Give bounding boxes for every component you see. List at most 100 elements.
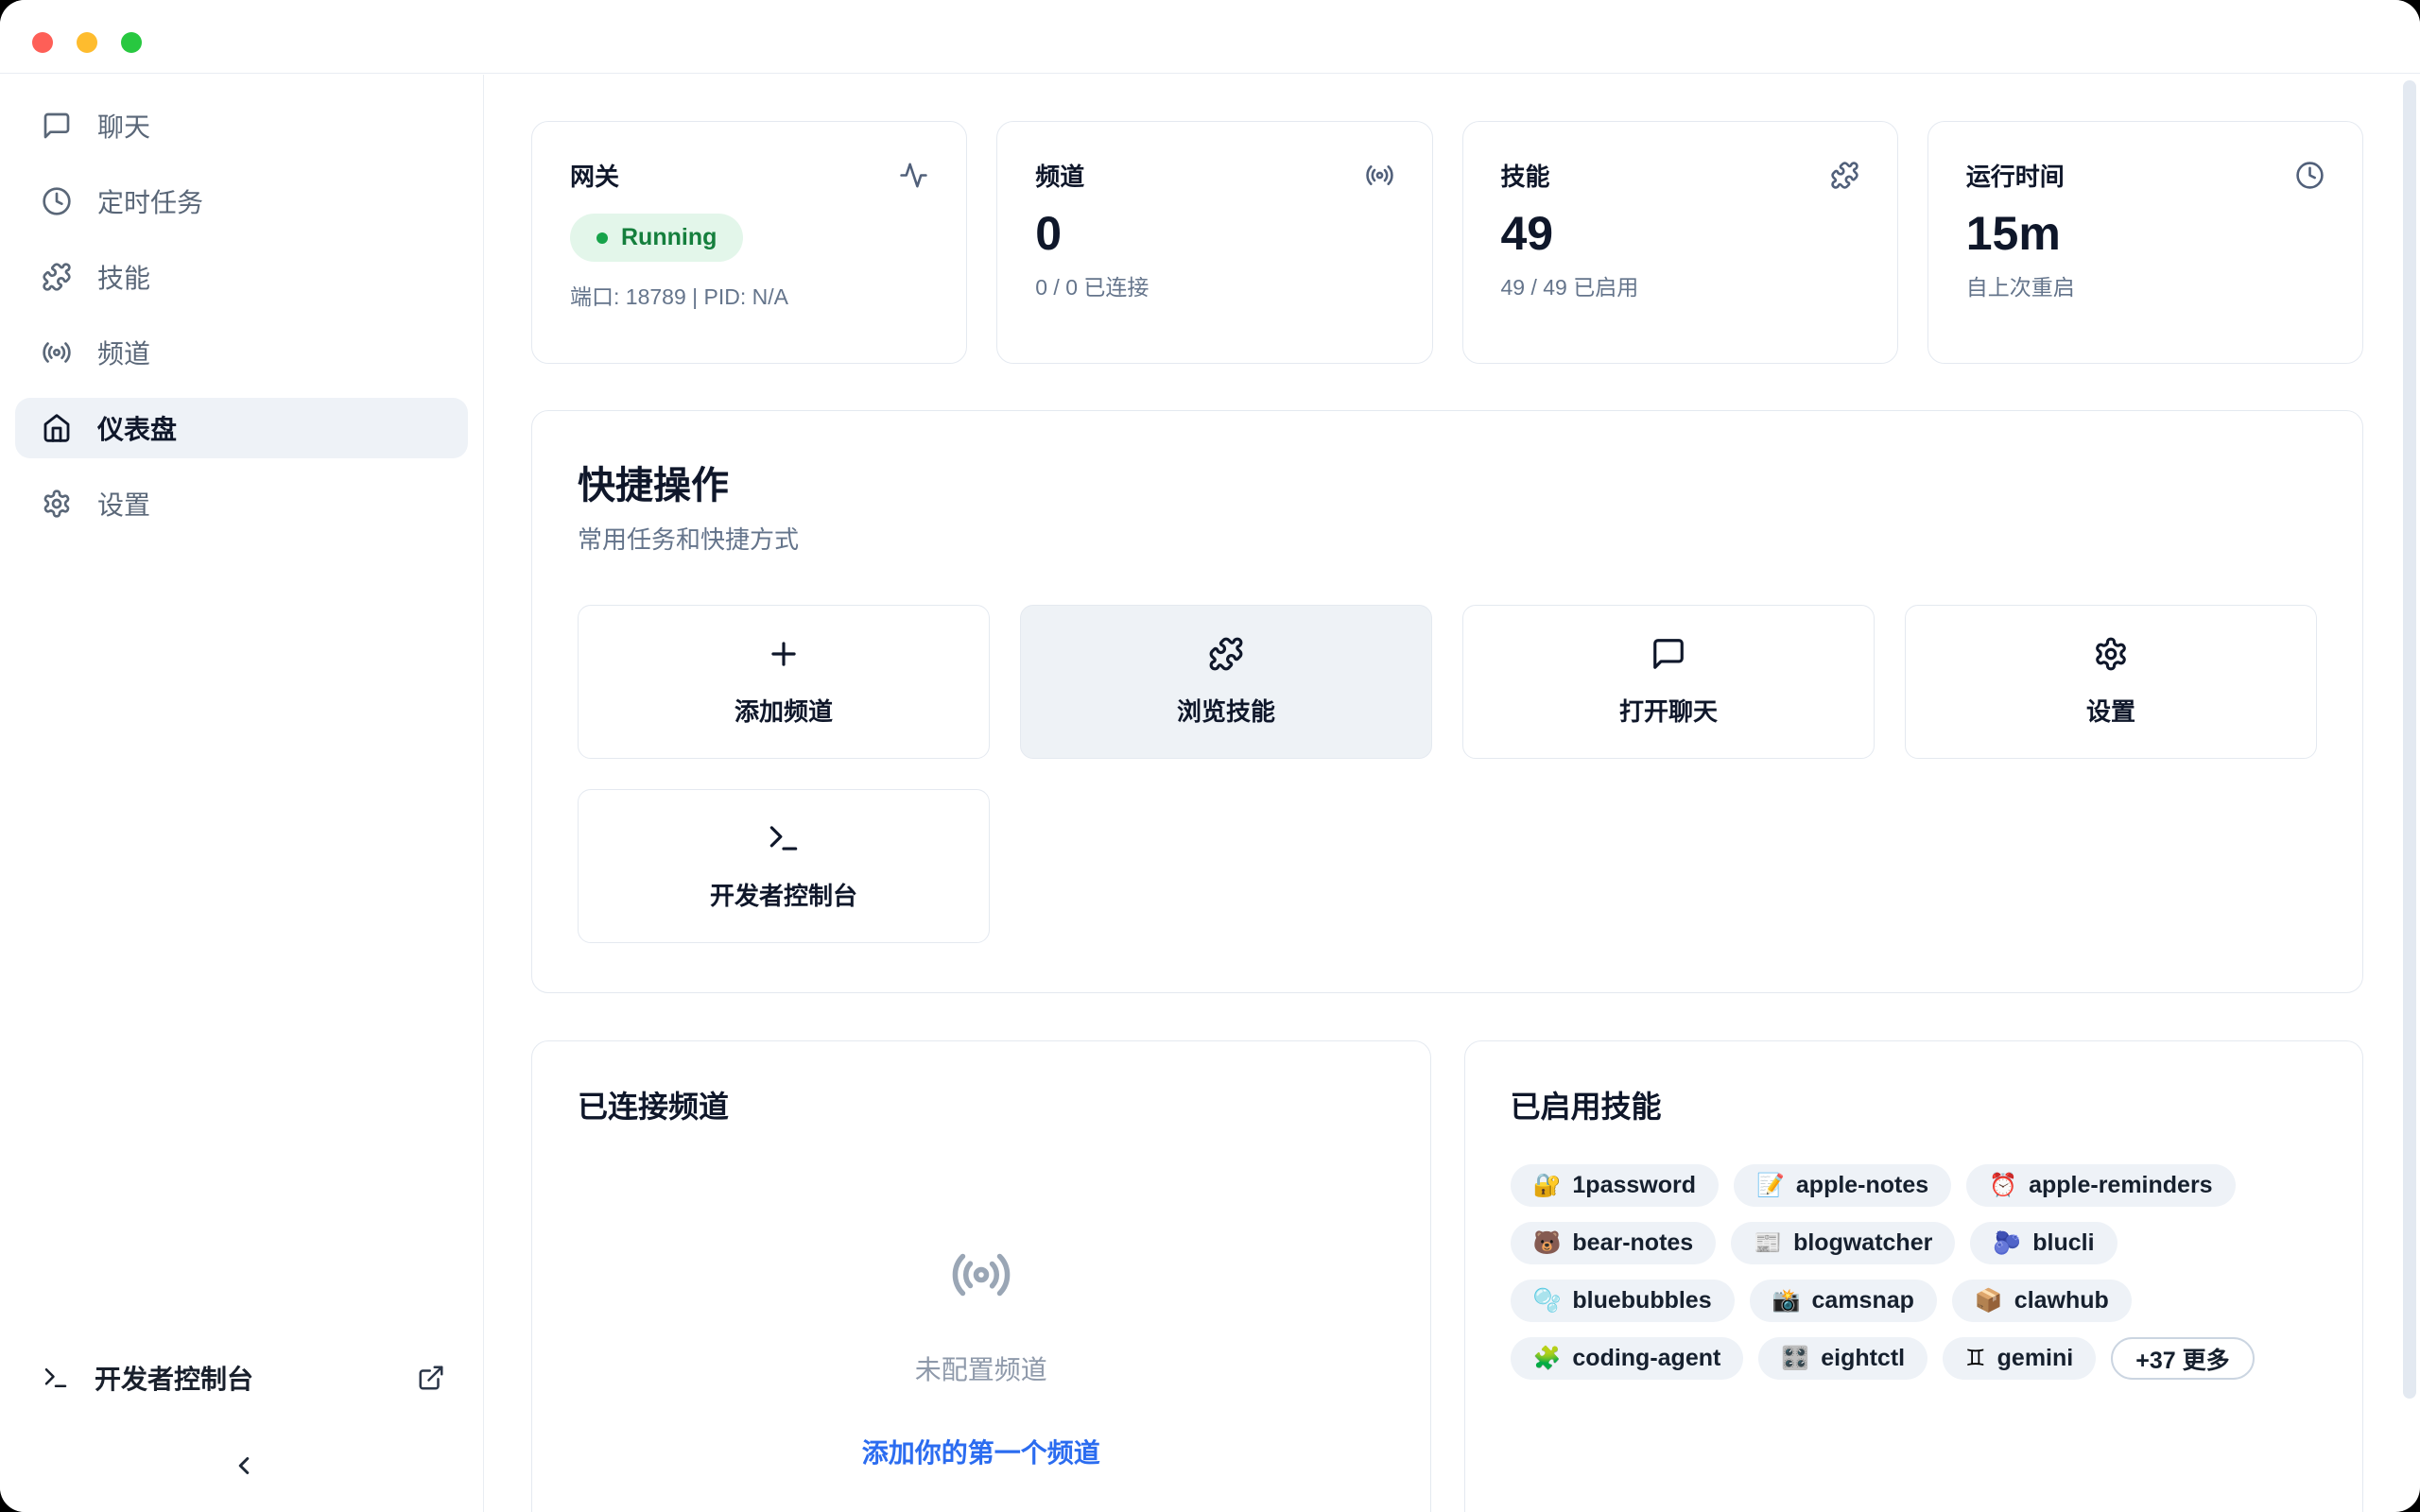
quick-actions-title: 快捷操作 bbox=[578, 455, 2317, 509]
broadcast-icon bbox=[1365, 161, 1394, 190]
skill-badge: 📸camsnap bbox=[1750, 1280, 1937, 1322]
more-skills-badge[interactable]: +37 更多 bbox=[2111, 1337, 2254, 1380]
external-link-icon[interactable] bbox=[417, 1364, 445, 1392]
title-bar bbox=[0, 0, 2420, 74]
channels-card-title: 频道 bbox=[1035, 158, 1084, 193]
gear-icon bbox=[2093, 636, 2129, 672]
bottom-row: 已连接频道 未配置频道 添加你的第一个频道 已启用技能 🔐1password 📝… bbox=[531, 1040, 2363, 1512]
terminal-icon bbox=[42, 1364, 70, 1392]
dev-console-row[interactable]: 开发者控制台 bbox=[42, 1359, 445, 1397]
skill-badge: 🧩coding-agent bbox=[1511, 1337, 1744, 1380]
close-button[interactable] bbox=[32, 32, 53, 53]
sidebar-item-settings[interactable]: 设置 bbox=[15, 473, 468, 534]
sidebar-collapse-button[interactable] bbox=[42, 1452, 445, 1480]
skill-emoji-icon: 📝 bbox=[1756, 1175, 1785, 1197]
minimize-button[interactable] bbox=[77, 32, 97, 53]
skill-emoji-icon: 🎛️ bbox=[1781, 1348, 1809, 1370]
channels-card: 频道 0 0 / 0 已连接 bbox=[996, 121, 1432, 364]
chat-icon bbox=[42, 111, 72, 141]
terminal-icon bbox=[766, 820, 802, 856]
skill-badge: ⏰apple-reminders bbox=[1966, 1164, 2235, 1207]
gateway-card: 网关 Running 端口: 18789 | PID: N/A bbox=[531, 121, 967, 364]
channels-detail: 0 / 0 已连接 bbox=[1035, 269, 1393, 301]
puzzle-icon bbox=[1830, 161, 1859, 190]
sidebar-item-label: 频道 bbox=[97, 334, 150, 371]
sidebar-item-cron[interactable]: 定时任务 bbox=[15, 171, 468, 232]
skills-detail: 49 / 49 已启用 bbox=[1501, 269, 1859, 301]
sidebar-nav: 聊天 定时任务 技能 频道 仪表盘 设置 bbox=[0, 75, 483, 555]
add-first-channel-link[interactable]: 添加你的第一个频道 bbox=[862, 1433, 1100, 1470]
dev-console-button[interactable]: 开发者控制台 bbox=[578, 789, 990, 943]
settings-button[interactable]: 设置 bbox=[1905, 605, 2317, 759]
sidebar-item-chat[interactable]: 聊天 bbox=[15, 95, 468, 156]
skill-emoji-icon: 🫐 bbox=[1993, 1232, 2021, 1255]
plus-icon bbox=[766, 636, 802, 672]
uptime-value: 15m bbox=[1966, 208, 2325, 260]
sidebar-footer: 开发者控制台 bbox=[0, 1359, 483, 1512]
puzzle-icon bbox=[42, 262, 72, 292]
skill-badge: 📰blogwatcher bbox=[1731, 1222, 1955, 1264]
gear-icon bbox=[42, 489, 72, 519]
chat-icon bbox=[1651, 636, 1686, 672]
quick-actions-grid: 添加频道 浏览技能 打开聊天 设置 开发者控制台 bbox=[578, 605, 2317, 943]
quick-actions-subtitle: 常用任务和快捷方式 bbox=[578, 521, 2317, 556]
skill-emoji-icon: ⏰ bbox=[1989, 1175, 2017, 1197]
sidebar-item-dashboard[interactable]: 仪表盘 bbox=[15, 398, 468, 458]
skills-count: 49 bbox=[1501, 208, 1859, 260]
sidebar: 聊天 定时任务 技能 频道 仪表盘 设置 bbox=[0, 75, 484, 1512]
puzzle-icon bbox=[1208, 636, 1244, 672]
scrollbar-thumb[interactable] bbox=[2403, 80, 2416, 1399]
status-dot bbox=[596, 232, 608, 244]
dev-console-label: 开发者控制台 bbox=[95, 1359, 253, 1397]
skill-emoji-icon: 📸 bbox=[1772, 1290, 1801, 1313]
skill-emoji-icon: 🧩 bbox=[1533, 1348, 1562, 1370]
sidebar-item-label: 聊天 bbox=[97, 107, 150, 145]
skill-emoji-icon: 🔐 bbox=[1533, 1175, 1562, 1197]
enabled-skills-title: 已启用技能 bbox=[1511, 1083, 2318, 1126]
channels-count: 0 bbox=[1035, 208, 1393, 260]
skill-badge: 🎛️eightctl bbox=[1758, 1337, 1927, 1380]
zoom-button[interactable] bbox=[121, 32, 142, 53]
chevron-left-icon bbox=[230, 1452, 258, 1480]
home-icon bbox=[42, 413, 72, 443]
broadcast-icon bbox=[950, 1244, 1012, 1306]
skills-card-title: 技能 bbox=[1501, 158, 1550, 193]
skill-badge: 🐻bear-notes bbox=[1511, 1222, 1717, 1264]
sidebar-item-label: 技能 bbox=[97, 258, 150, 296]
gateway-card-title: 网关 bbox=[570, 158, 619, 193]
uptime-card: 运行时间 15m 自上次重启 bbox=[1927, 121, 2363, 364]
activity-icon bbox=[899, 161, 928, 190]
connected-channels-title: 已连接频道 bbox=[578, 1083, 1385, 1126]
skills-badge-list: 🔐1password 📝apple-notes ⏰apple-reminders… bbox=[1511, 1164, 2318, 1380]
add-channel-button[interactable]: 添加频道 bbox=[578, 605, 990, 759]
skill-emoji-icon: ♊ bbox=[1965, 1348, 1986, 1370]
connected-channels-panel: 已连接频道 未配置频道 添加你的第一个频道 bbox=[531, 1040, 1431, 1512]
browse-skills-button[interactable]: 浏览技能 bbox=[1020, 605, 1432, 759]
skill-badge: ♊gemini bbox=[1943, 1337, 2096, 1380]
quick-actions-section: 快捷操作 常用任务和快捷方式 添加频道 浏览技能 打开聊天 设置 bbox=[531, 410, 2363, 993]
skill-emoji-icon: 🐻 bbox=[1533, 1232, 1562, 1255]
sidebar-item-skills[interactable]: 技能 bbox=[15, 247, 468, 307]
enabled-skills-panel: 已启用技能 🔐1password 📝apple-notes ⏰apple-rem… bbox=[1464, 1040, 2364, 1512]
skill-emoji-icon: 📦 bbox=[1975, 1290, 2003, 1313]
skill-badge: 🔐1password bbox=[1511, 1164, 1720, 1207]
gateway-status-badge: Running bbox=[570, 214, 743, 262]
empty-channels-text: 未配置频道 bbox=[915, 1349, 1047, 1387]
gateway-detail: 端口: 18789 | PID: N/A bbox=[570, 279, 928, 311]
clock-icon bbox=[42, 186, 72, 216]
sidebar-item-label: 设置 bbox=[97, 485, 150, 523]
skill-badge: 📦clawhub bbox=[1952, 1280, 2132, 1322]
skill-emoji-icon: 📰 bbox=[1754, 1232, 1782, 1255]
dashboard-main: 网关 Running 端口: 18789 | PID: N/A 频道 0 0 /… bbox=[485, 75, 2420, 1512]
sidebar-item-channels[interactable]: 频道 bbox=[15, 322, 468, 383]
uptime-detail: 自上次重启 bbox=[1966, 269, 2325, 301]
sidebar-item-label: 定时任务 bbox=[97, 182, 203, 220]
sidebar-item-label: 仪表盘 bbox=[97, 409, 177, 447]
open-chat-button[interactable]: 打开聊天 bbox=[1462, 605, 1875, 759]
skill-badge: 🫐blucli bbox=[1970, 1222, 2117, 1264]
broadcast-icon bbox=[42, 337, 72, 368]
channels-empty-state: 未配置频道 添加你的第一个频道 bbox=[578, 1126, 1385, 1470]
skill-badge: 📝apple-notes bbox=[1734, 1164, 1951, 1207]
skill-emoji-icon: 🫧 bbox=[1533, 1290, 1562, 1313]
stats-row: 网关 Running 端口: 18789 | PID: N/A 频道 0 0 /… bbox=[531, 121, 2363, 364]
